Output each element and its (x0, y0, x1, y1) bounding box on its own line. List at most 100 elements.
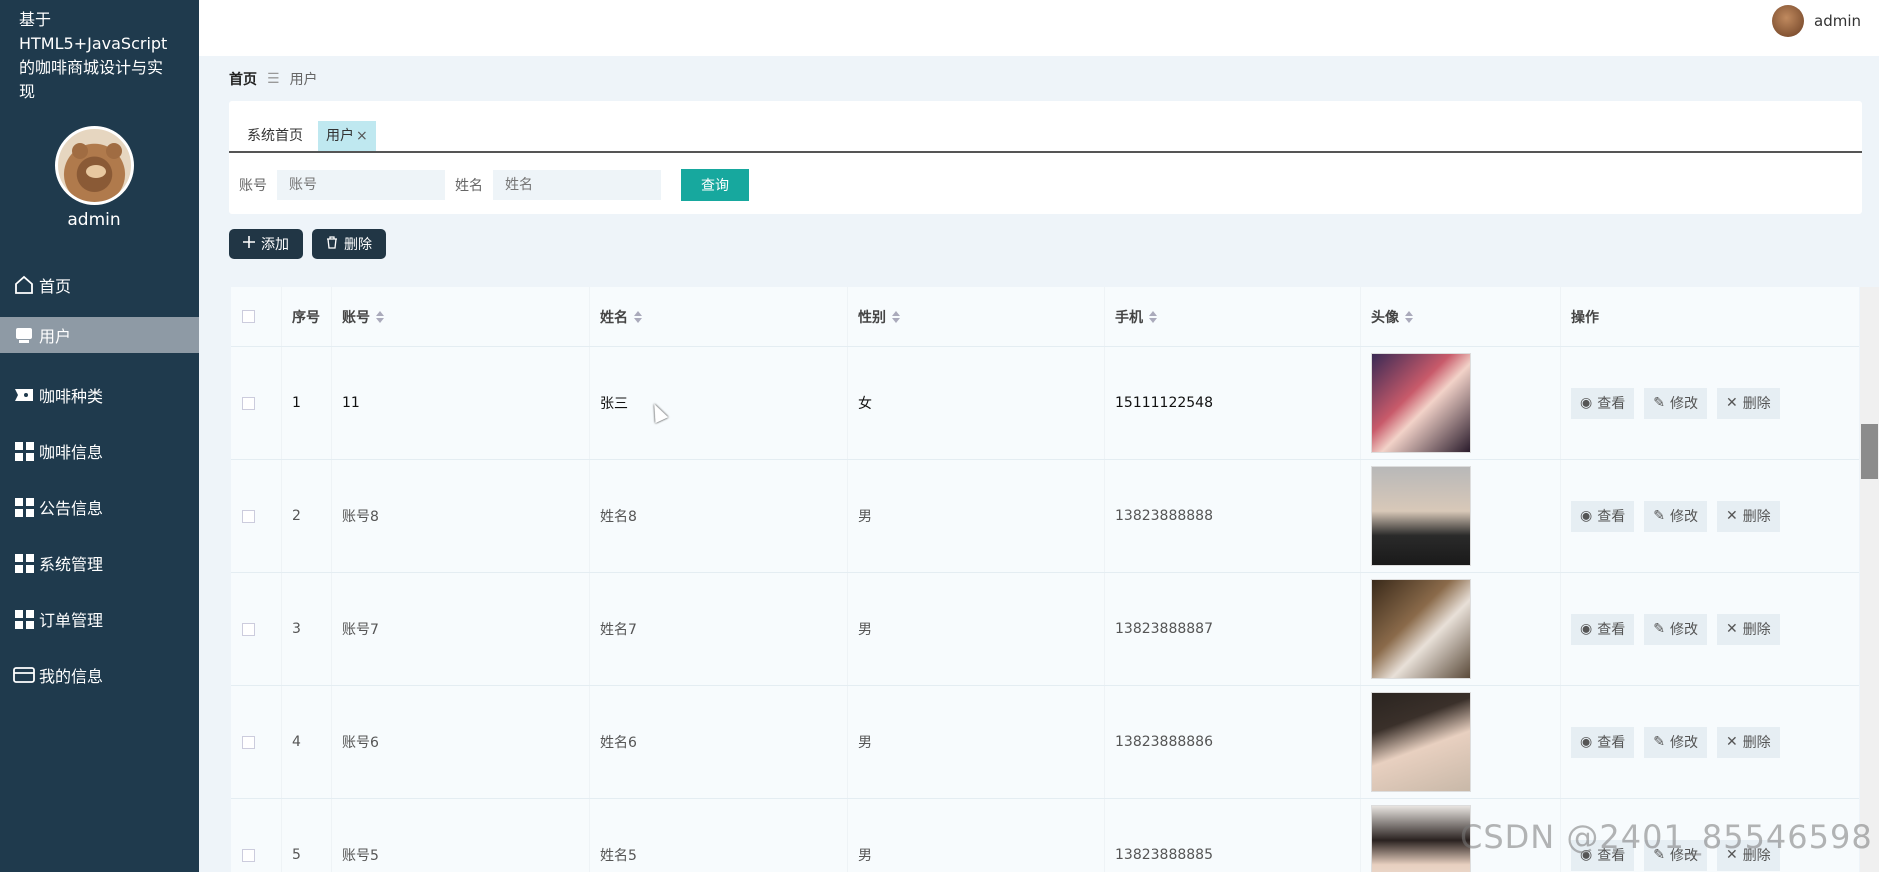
sort-icon[interactable] (1405, 310, 1413, 323)
close-icon: ✕ (1725, 621, 1738, 637)
sidebar-item-coffee-category[interactable]: 咖啡种类 (0, 367, 199, 423)
sidebar-item-label: 订单管理 (39, 611, 104, 630)
cell-gender: 男 (847, 573, 1104, 685)
header-account[interactable]: 账号 (331, 287, 589, 346)
row-delete-button[interactable]: ✕ 删除 (1716, 726, 1780, 758)
table-row: 1 11 张三 女 15111122548 ◉ 查看 ✎ 修改 ✕ 删除 (231, 347, 1859, 460)
view-button[interactable]: ◉ 查看 (1571, 500, 1635, 532)
tab-user[interactable]: 用户 × (318, 121, 376, 151)
cell-index: 4 (281, 686, 331, 798)
sort-icon[interactable] (634, 310, 642, 323)
header-avatar[interactable]: 头像 (1360, 287, 1560, 346)
eye-icon: ◉ (1580, 621, 1593, 637)
cell-avatar (1360, 573, 1560, 685)
avatar-image[interactable] (1371, 579, 1471, 679)
user-menu[interactable]: admin (1772, 5, 1861, 37)
grid-icon (13, 552, 35, 574)
edit-icon: ✎ (1653, 395, 1665, 411)
sort-icon[interactable] (1149, 310, 1157, 323)
avatar-image[interactable] (1371, 466, 1471, 566)
topbar-username[interactable]: admin (1814, 12, 1861, 30)
header-label: 姓名 (600, 309, 628, 326)
cell-actions: ◉ 查看 ✎ 修改 ✕ 删除 (1560, 460, 1859, 572)
sidebar-item-label: 咖啡信息 (39, 443, 104, 462)
cell-phone: 13823888887 (1104, 573, 1360, 685)
scrollbar-track[interactable] (1860, 287, 1879, 872)
delete-label: 删除 (1742, 509, 1771, 525)
sidebar-item-announcement[interactable]: 公告信息 (0, 479, 199, 535)
name-input[interactable] (493, 170, 661, 200)
view-button[interactable]: ◉ 查看 (1571, 613, 1635, 645)
account-input[interactable] (277, 170, 445, 200)
row-checkbox[interactable] (242, 735, 255, 749)
edit-button[interactable]: ✎ 修改 (1644, 613, 1707, 645)
delete-button[interactable]: 删除 (312, 229, 386, 259)
row-delete-button[interactable]: ✕ 删除 (1716, 613, 1780, 645)
row-select-cell (231, 460, 281, 572)
avatar-ear (106, 143, 122, 159)
scrollbar-thumb[interactable] (1861, 424, 1878, 479)
edit-button[interactable]: ✎ 修改 (1644, 726, 1707, 758)
sidebar-item-system[interactable]: 系统管理 (0, 535, 199, 591)
header-name[interactable]: 姓名 (589, 287, 847, 346)
row-checkbox[interactable] (242, 509, 255, 523)
row-delete-button[interactable]: ✕ 删除 (1716, 387, 1780, 419)
header-label: 头像 (1371, 309, 1399, 326)
sidebar-item-profile[interactable]: 我的信息 (0, 647, 199, 703)
table-row: 4 账号6 姓名6 男 13823888886 ◉ 查看 ✎ 修改 ✕ 删除 (231, 686, 1859, 799)
sidebar: 基于HTML5+JavaScript的咖啡商城设计与实现 admin 首页 用户… (0, 0, 199, 872)
edit-button[interactable]: ✎ 修改 (1644, 387, 1707, 419)
table-row: 2 账号8 姓名8 男 13823888888 ◉ 查看 ✎ 修改 ✕ 删除 (231, 460, 1859, 573)
edit-label: 修改 (1669, 509, 1698, 525)
breadcrumb-home[interactable]: 首页 (229, 69, 257, 89)
eye-icon: ◉ (1580, 734, 1593, 750)
view-label: 查看 (1597, 509, 1626, 525)
header-actions: 操作 (1560, 287, 1859, 346)
add-button[interactable]: 添加 (229, 229, 303, 259)
tab-system-home[interactable]: 系统首页 (239, 121, 311, 151)
add-button-label: 添加 (261, 237, 289, 253)
view-button[interactable]: ◉ 查看 (1571, 387, 1635, 419)
sidebar-item-label: 咖啡种类 (39, 387, 104, 406)
cell-phone: 13823888886 (1104, 686, 1360, 798)
sidebar-item-user[interactable]: 用户 (0, 317, 199, 353)
edit-button[interactable]: ✎ 修改 (1644, 500, 1707, 532)
select-all-cell (231, 287, 281, 346)
view-button[interactable]: ◉ 查看 (1571, 726, 1635, 758)
row-checkbox[interactable] (242, 622, 255, 636)
grid-icon (13, 496, 35, 518)
cell-gender: 男 (847, 799, 1104, 872)
sidebar-menu: 首页 用户 咖啡种类 咖啡信息 公告信息 系统管理 订单管理 我的信息 (0, 257, 199, 703)
avatar-image[interactable] (1371, 692, 1471, 792)
sidebar-item-label: 首页 (39, 277, 72, 296)
account-label: 账号 (239, 178, 267, 194)
query-button[interactable]: 查询 (681, 169, 749, 201)
row-checkbox[interactable] (242, 848, 255, 862)
cell-name: 姓名8 (589, 460, 847, 572)
cell-name: 张三 (589, 347, 847, 459)
close-icon[interactable]: × (356, 128, 368, 144)
sort-icon[interactable] (892, 310, 900, 323)
search-bar: 账号 姓名 查询 (239, 169, 749, 201)
sort-icon[interactable] (376, 310, 384, 323)
row-checkbox[interactable] (242, 396, 255, 410)
view-label: 查看 (1597, 735, 1626, 751)
delete-label: 删除 (1742, 396, 1771, 412)
row-delete-button[interactable]: ✕ 删除 (1716, 500, 1780, 532)
close-icon: ✕ (1725, 734, 1738, 750)
header-phone[interactable]: 手机 (1104, 287, 1360, 346)
avatar[interactable] (1772, 5, 1804, 37)
cell-gender: 女 (847, 347, 1104, 459)
sidebar-item-home[interactable]: 首页 (0, 257, 199, 313)
header-gender[interactable]: 性别 (847, 287, 1104, 346)
sidebar-item-orders[interactable]: 订单管理 (0, 591, 199, 647)
avatar-image[interactable] (1371, 353, 1471, 453)
edit-label: 修改 (1669, 622, 1698, 638)
cell-gender: 男 (847, 686, 1104, 798)
delete-label: 删除 (1742, 735, 1771, 751)
select-all-checkbox[interactable] (242, 310, 255, 323)
cell-phone: 13823888885 (1104, 799, 1360, 872)
sidebar-item-coffee-info[interactable]: 咖啡信息 (0, 423, 199, 479)
topbar: admin (199, 0, 1879, 56)
avatar-image[interactable] (1371, 805, 1471, 872)
